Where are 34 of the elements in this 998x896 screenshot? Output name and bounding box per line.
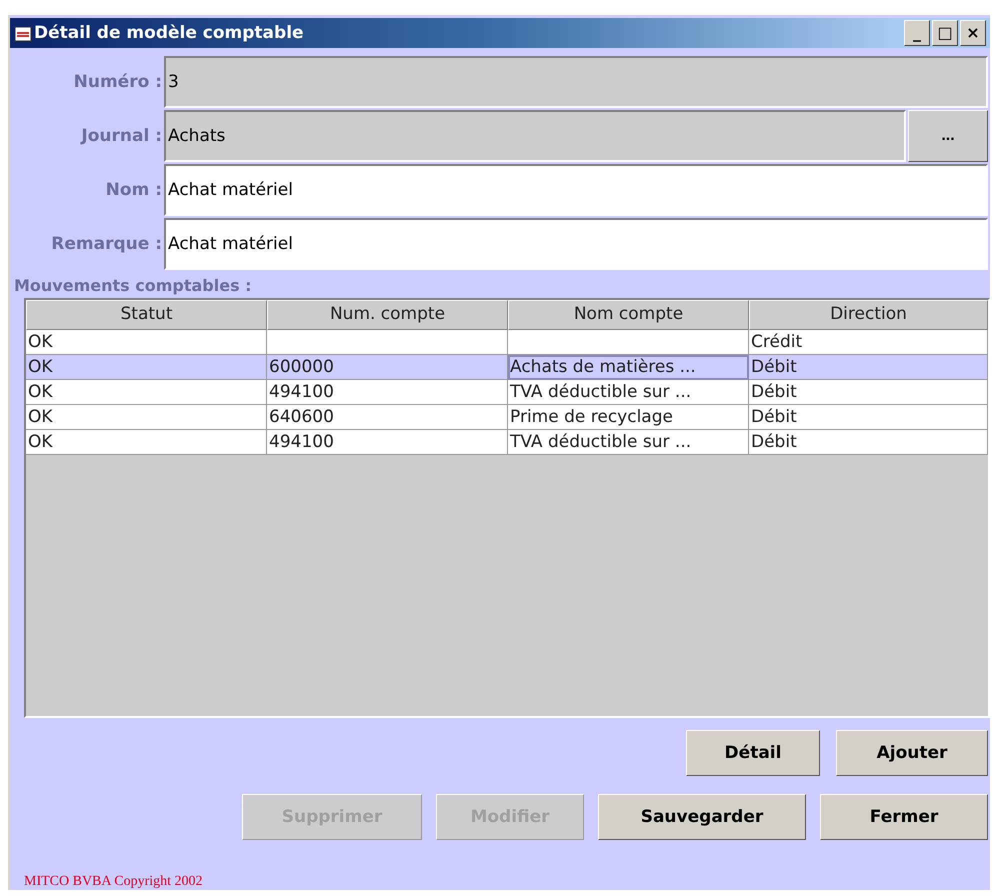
field-label: Nom : [104,180,163,200]
column-header[interactable]: Statut [26,300,267,330]
minimize-button[interactable]: _ [904,20,930,46]
action-button[interactable]: Ajouter [836,730,988,776]
field-label: Remarque : [50,234,163,254]
table-row[interactable]: OK 494100 TVA déductible sur ... Débit [26,430,988,455]
section-title: Mouvements comptables : [14,276,253,295]
maximize-button[interactable]: □ [932,20,958,46]
text-field[interactable]: Achat matériel [164,164,988,216]
table-row[interactable]: OK 640600 Prime de recyclage Débit [26,405,988,430]
action-button[interactable]: Sauvegarder [598,794,806,840]
field-label: Numéro : [72,72,163,92]
column-header[interactable]: Nom compte [508,300,749,330]
table-row[interactable]: OK 494100 TVA déductible sur ... Débit [26,380,988,405]
close-button[interactable]: × [960,20,986,46]
text-field[interactable]: Achat matériel [164,218,988,270]
action-button[interactable]: Détail [686,730,820,776]
field-label: Journal : [79,126,163,146]
app-icon [14,24,32,42]
table-cell: TVA déductible sur ... [508,430,749,455]
column-header[interactable]: Direction [749,300,988,330]
table-cell: OK [26,430,267,455]
copyright-text: MITCO BVBA Copyright 2002 [24,874,204,890]
action-button[interactable]: Fermer [820,794,988,840]
table-cell: Débit [749,430,988,455]
table-cell: Achats de matières ... [508,355,749,380]
table-row[interactable]: OK Crédit [26,330,988,355]
browse-button[interactable]: ... [908,110,988,162]
text-field[interactable]: Achats [164,110,906,162]
text-field[interactable]: 3 [164,56,988,108]
table-cell: 494100 [267,430,508,455]
window-title: Détail de modèle comptable [34,23,305,43]
table-row[interactable]: OK 600000 Achats de matières ... Débit [26,355,988,380]
column-header[interactable]: Num. compte [267,300,508,330]
